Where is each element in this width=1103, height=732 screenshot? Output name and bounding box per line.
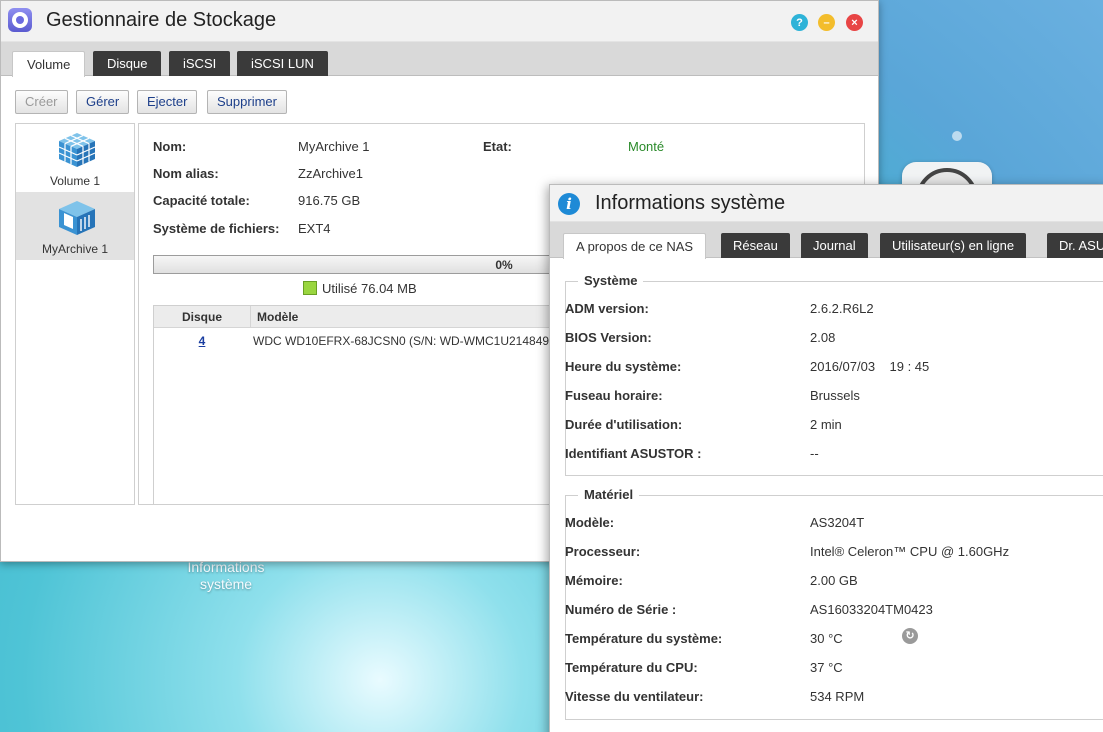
desktop-dot	[952, 131, 962, 141]
volume-item-myarchive1[interactable]: MyArchive 1	[16, 192, 134, 260]
used-legend-text: Utilisé 76.04 MB	[322, 281, 417, 296]
tab-about-nas[interactable]: A propos de ce NAS	[563, 233, 707, 259]
info-value: Intel® Celeron™ CPU @ 1.60GHz	[810, 544, 1010, 559]
info-key: Durée d'utilisation:	[565, 417, 683, 432]
name-value: MyArchive 1	[298, 139, 370, 154]
manage-button[interactable]: Gérer	[76, 90, 130, 114]
info-key: Processeur:	[565, 544, 641, 559]
name-label: Nom:	[153, 139, 187, 154]
tab-online-users[interactable]: Utilisateur(s) en ligne	[880, 233, 1027, 258]
disk-model: WDC WD10EFRX-68JCSN0 (S/N: WD-WMC1U21484…	[253, 334, 550, 348]
info-key: Heure du système:	[565, 359, 682, 374]
archive-volume-icon	[59, 201, 95, 235]
eject-button[interactable]: Ejecter	[137, 90, 198, 114]
volume-list: Volume 1 MyArchive 1	[15, 123, 135, 505]
tab-disque[interactable]: Disque	[93, 51, 162, 76]
tab-bar: Volume Disque iSCSI iSCSI LUN	[1, 42, 878, 77]
tab-log[interactable]: Journal	[801, 233, 868, 258]
desktop-icon-label-line2: système	[199, 576, 253, 592]
alias-label: Nom alias:	[153, 166, 219, 181]
info-key: Température du système:	[565, 631, 723, 646]
tab-network[interactable]: Réseau	[721, 233, 790, 258]
info-value: 30 °C	[810, 631, 843, 646]
info-value: 2.08	[810, 330, 836, 345]
info-icon: i	[558, 193, 580, 215]
system-info-window: i Informations système A propos de ce NA…	[549, 184, 1103, 732]
disk-number-link[interactable]: 4	[154, 334, 250, 348]
delete-button[interactable]: Supprimer	[207, 90, 287, 114]
info-value: --	[810, 446, 819, 461]
section-legend: Système	[578, 273, 644, 288]
info-value: 2.00 GB	[810, 573, 858, 588]
refresh-icon[interactable]: ↻	[902, 628, 918, 644]
info-key: BIOS Version:	[565, 330, 652, 345]
tab-bar: A propos de ce NAS Réseau Journal Utilis…	[550, 222, 1103, 259]
info-value: AS3204T	[810, 515, 865, 530]
tab-dr-asu[interactable]: Dr. ASU	[1047, 233, 1103, 258]
close-icon[interactable]: ×	[846, 14, 863, 31]
info-value: 2 min	[810, 417, 842, 432]
info-key: Température du CPU:	[565, 660, 698, 675]
info-value: 37 °C	[810, 660, 843, 675]
alias-value: ZzArchive1	[298, 166, 364, 181]
filesystem-value: EXT4	[298, 221, 331, 236]
info-key: Mémoire:	[565, 573, 623, 588]
section-legend: Matériel	[578, 487, 640, 502]
column-header-disk[interactable]: Disque	[154, 310, 250, 324]
column-header-model[interactable]: Modèle	[257, 310, 298, 324]
used-legend-swatch	[303, 281, 317, 295]
window-title: Informations système	[595, 192, 786, 214]
info-key: Modèle:	[565, 515, 615, 530]
window-title: Gestionnaire de Stockage	[46, 9, 277, 31]
minimize-icon[interactable]: –	[818, 14, 835, 31]
volume-item-volume1[interactable]: Volume 1	[16, 124, 134, 192]
help-icon[interactable]: ?	[791, 14, 808, 31]
info-value: 2.6.2.R6L2	[810, 301, 874, 316]
capacity-value: 916.75 GB	[298, 193, 361, 208]
tab-iscsi[interactable]: iSCSI	[169, 51, 231, 76]
info-value: 534 RPM	[810, 689, 865, 704]
tab-volume[interactable]: Volume	[12, 51, 86, 77]
info-value: AS16033204TM0423	[810, 602, 933, 617]
info-value: Brussels	[810, 388, 860, 403]
info-key: Fuseau horaire:	[565, 388, 663, 403]
capacity-label: Capacité totale:	[153, 193, 250, 208]
info-key: Numéro de Série :	[565, 602, 677, 617]
volume-item-label: MyArchive 1	[41, 242, 109, 256]
volume-cube-icon	[58, 133, 96, 167]
info-key: Identifiant ASUSTOR :	[565, 446, 702, 461]
state-value: Monté	[628, 139, 665, 154]
window-titlebar[interactable]: Gestionnaire de Stockage ? – ×	[1, 1, 878, 42]
info-key: Vitesse du ventilateur:	[565, 689, 704, 704]
state-label: Etat:	[483, 139, 512, 154]
tab-iscsi-lun[interactable]: iSCSI LUN	[237, 51, 328, 76]
storage-manager-icon	[8, 8, 32, 32]
create-button[interactable]: Créer	[15, 90, 68, 114]
info-key: ADM version:	[565, 301, 649, 316]
volume-item-label: Volume 1	[49, 174, 101, 188]
info-value: 2016/07/03 19 : 45	[810, 359, 930, 374]
window-titlebar[interactable]: i Informations système	[550, 185, 1103, 222]
filesystem-label: Système de fichiers:	[153, 221, 280, 236]
desktop-icon-label[interactable]: Informations système	[168, 559, 284, 593]
